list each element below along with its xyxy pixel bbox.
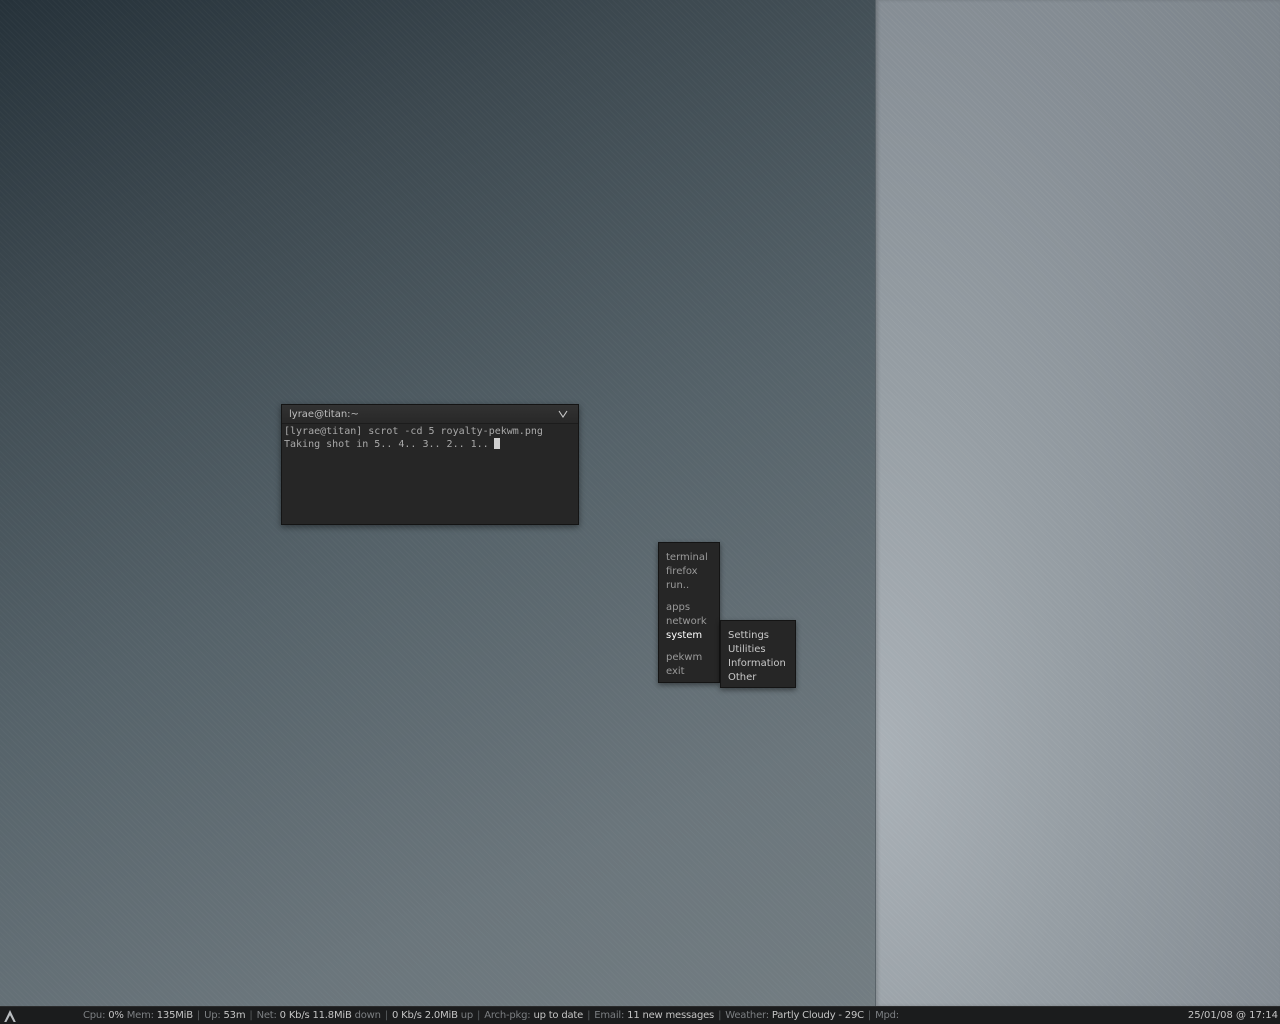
uptime-label: Up: [204, 1010, 221, 1021]
net-up-total: 2.0MiB [424, 1010, 458, 1021]
clock: 25/01/08 @ 17:14 [1187, 1010, 1278, 1021]
menu-separator [659, 643, 719, 651]
separator: | [196, 1010, 201, 1021]
net-up-rate: 0 Kb/s [391, 1010, 422, 1021]
terminal-line: Taking shot in 5.. 4.. 3.. 2.. 1.. [284, 439, 489, 450]
menu-item-firefox[interactable]: firefox [659, 565, 719, 579]
menu-item-terminal[interactable]: terminal [659, 551, 719, 565]
submenu-item-other[interactable]: Other [721, 671, 795, 685]
chevron-down-icon[interactable] [557, 408, 569, 420]
net-down-label: down [354, 1010, 381, 1021]
menu-item-run[interactable]: run.. [659, 579, 719, 593]
menu-item-system[interactable]: system [659, 629, 719, 643]
weather-label: Weather: [725, 1010, 769, 1021]
email-label: Email: [594, 1010, 625, 1021]
separator: | [587, 1010, 591, 1021]
root-menu: terminal firefox run.. apps network syst… [658, 542, 720, 683]
terminal-output[interactable]: [lyrae@titan] scrot -cd 5 royalty-pekwm.… [282, 424, 578, 451]
weather-value: Partly Cloudy - 29C [771, 1010, 864, 1021]
desktop-wallpaper-right [875, 0, 1280, 1006]
separator: | [384, 1010, 388, 1021]
menu-item-network[interactable]: network [659, 615, 719, 629]
menu-item-pekwm[interactable]: pekwm [659, 651, 719, 665]
net-down-total: 11.8MiB [312, 1010, 352, 1021]
archpkg-label: Arch-pkg: [484, 1010, 531, 1021]
uptime-value: 53m [223, 1010, 246, 1021]
net-label: Net: [256, 1010, 277, 1021]
terminal-titlebar[interactable]: lyrae@titan:~ [282, 405, 578, 424]
separator: | [477, 1010, 481, 1021]
archpkg-value: up to date [533, 1010, 584, 1021]
text-cursor [493, 438, 500, 449]
submenu-item-utilities[interactable]: Utilities [721, 643, 795, 657]
system-stats: Cpu: 0% Mem: 135MiB | Up: 53m | Net: 0 Kb/s … [83, 1007, 899, 1024]
submenu-item-settings[interactable]: Settings [721, 629, 795, 643]
arch-logo-icon[interactable] [3, 1009, 17, 1023]
menu-separator [659, 593, 719, 601]
terminal-title: lyrae@titan:~ [289, 409, 359, 420]
mem-value: 135MiB [156, 1010, 193, 1021]
mem-label: Mem: [126, 1010, 154, 1021]
terminal-line-with-cursor: Taking shot in 5.. 4.. 3.. 2.. 1.. [284, 438, 578, 451]
menu-item-apps[interactable]: apps [659, 601, 719, 615]
net-up-label: up [460, 1010, 474, 1021]
separator: | [249, 1010, 253, 1021]
separator: | [718, 1010, 722, 1021]
submenu-item-information[interactable]: Information [721, 657, 795, 671]
mpd-label: Mpd: [875, 1010, 899, 1021]
separator: | [867, 1010, 872, 1021]
terminal-window[interactable]: lyrae@titan:~ [lyrae@titan] scrot -cd 5 … [281, 404, 579, 525]
menu-item-exit[interactable]: exit [659, 665, 719, 679]
system-submenu: Settings Utilities Information Other [720, 620, 796, 688]
cpu-label: Cpu: [83, 1010, 106, 1021]
net-down-rate: 0 Kb/s [279, 1010, 310, 1021]
cpu-value: 0% [108, 1010, 124, 1021]
email-value: 11 new messages [627, 1010, 715, 1021]
status-bar: Cpu: 0% Mem: 135MiB | Up: 53m | Net: 0 Kb/s … [0, 1006, 1280, 1024]
terminal-line: [lyrae@titan] scrot -cd 5 royalty-pekwm.… [284, 426, 543, 437]
